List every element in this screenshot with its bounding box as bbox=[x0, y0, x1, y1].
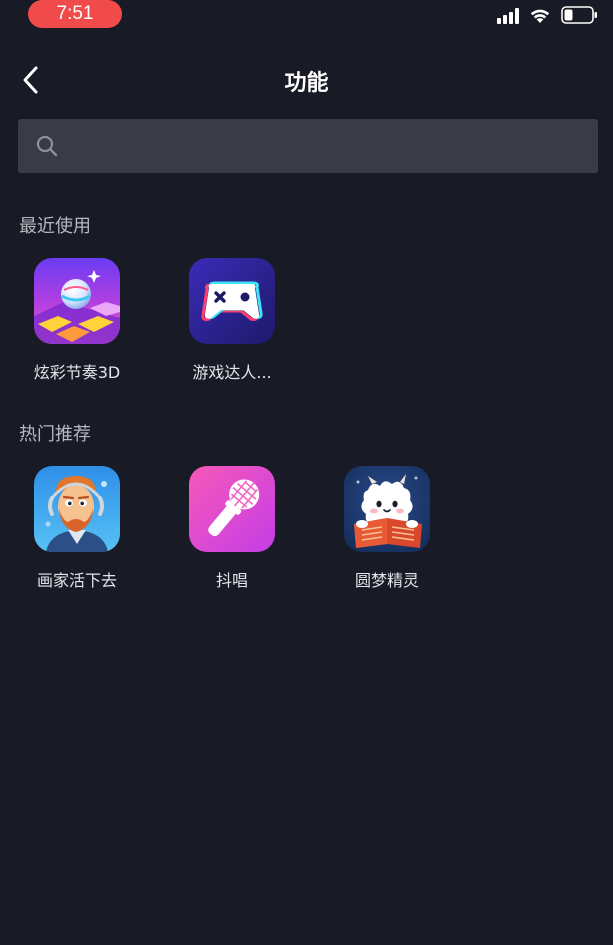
wifi-icon bbox=[529, 7, 551, 24]
page-title: 功能 bbox=[284, 71, 329, 96]
microphone-icon bbox=[189, 466, 275, 552]
search-input[interactable] bbox=[59, 118, 598, 174]
app-item-game-expert[interactable]: 游戏达人... bbox=[174, 258, 329, 383]
app-label: 炫彩节奏3D bbox=[33, 363, 121, 382]
app-label: 抖唱 bbox=[215, 571, 248, 590]
signal-icon bbox=[497, 7, 519, 24]
status-time[interactable]: 7:51 bbox=[28, 0, 122, 28]
app-item-dream-sprite[interactable]: 圆梦精灵 bbox=[329, 466, 484, 591]
battery-icon bbox=[561, 6, 599, 24]
app-label: 圆梦精灵 bbox=[354, 571, 419, 590]
app-label: 游戏达人... bbox=[192, 363, 272, 382]
search-bar[interactable] bbox=[18, 118, 598, 174]
rhythm-ball-icon bbox=[34, 258, 120, 344]
app-screen: 7:51 功能 最近使用 炫彩节奏3D 游戏达人... 热门推荐 画家活下去 抖… bbox=[0, 0, 613, 945]
app-item-painter-survive[interactable]: 画家活下去 bbox=[19, 466, 174, 591]
sheep-reading-icon bbox=[344, 466, 430, 552]
app-label: 画家活下去 bbox=[36, 571, 117, 590]
app-item-rhythm-3d[interactable]: 炫彩节奏3D bbox=[19, 258, 174, 383]
status-bar: 7:51 bbox=[0, 0, 613, 30]
status-icons bbox=[497, 6, 599, 24]
search-icon bbox=[35, 134, 59, 158]
gamepad-icon bbox=[189, 258, 275, 344]
section-title-hot: 热门推荐 bbox=[19, 424, 91, 445]
header: 功能 bbox=[0, 55, 613, 105]
painter-portrait-icon bbox=[34, 466, 120, 552]
app-item-dou-sing[interactable]: 抖唱 bbox=[174, 466, 329, 591]
hot-app-grid: 画家活下去 抖唱 圆梦精灵 bbox=[19, 466, 484, 591]
recent-app-grid: 炫彩节奏3D 游戏达人... bbox=[19, 258, 329, 383]
section-title-recent: 最近使用 bbox=[19, 216, 91, 237]
